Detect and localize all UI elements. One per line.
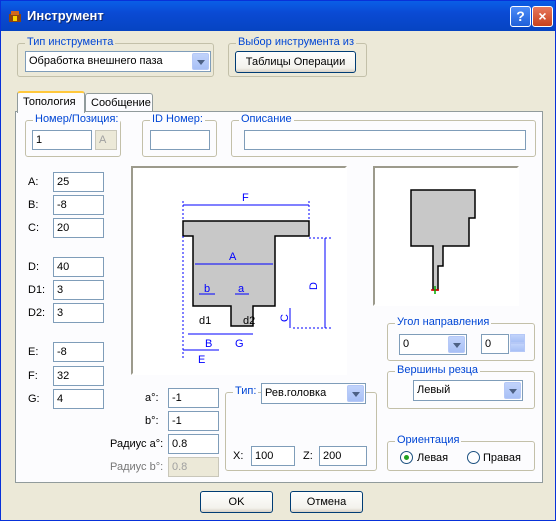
operations-table-button[interactable]: Таблицы Операции	[235, 51, 356, 73]
position-input: A	[95, 130, 117, 150]
ok-button[interactable]: OK	[200, 491, 273, 513]
param-e-input[interactable]: -8	[53, 342, 104, 362]
param-c-label: C:	[28, 222, 39, 234]
param-c-input[interactable]: 20	[53, 218, 104, 238]
param-g-label: G:	[28, 393, 40, 405]
dim-b-label: B	[205, 338, 212, 350]
vertex-select[interactable]: Левый	[413, 380, 523, 401]
angle-b-input[interactable]: -1	[168, 411, 219, 431]
close-button[interactable]: ×	[532, 6, 553, 27]
dim-c-label: C	[279, 314, 291, 322]
angle-a-input[interactable]: -1	[168, 388, 219, 408]
radius-b-label: Радиус b°:	[110, 461, 164, 473]
direction-step-input[interactable]: 0	[481, 334, 509, 354]
type-legend: Тип:	[233, 385, 259, 397]
dim-a-label: A	[229, 251, 237, 263]
tool-preview-drawing	[410, 189, 476, 294]
chevron-down-icon[interactable]	[192, 53, 209, 70]
radius-b-input: 0.8	[168, 457, 219, 477]
id-input[interactable]	[150, 130, 210, 150]
radius-a-label: Радиус a°:	[110, 438, 164, 450]
param-g-input[interactable]: 4	[53, 389, 104, 409]
orientation-right-radio[interactable]	[467, 451, 480, 464]
tool-preview	[373, 166, 519, 306]
orientation-left-radio[interactable]	[400, 451, 413, 464]
select-from-legend: Выбор инструмента из	[236, 36, 356, 48]
type-select[interactable]: Рев.головка	[261, 383, 366, 404]
cancel-button[interactable]: Отмена	[290, 491, 363, 513]
z-input[interactable]: 200	[319, 446, 367, 466]
x-input[interactable]: 100	[251, 446, 295, 466]
param-d2-input[interactable]: 3	[53, 303, 104, 323]
number-input[interactable]: 1	[32, 130, 92, 150]
direction-spinner[interactable]	[510, 334, 525, 353]
chevron-down-icon[interactable]	[504, 382, 521, 399]
type-value: Рев.головка	[265, 387, 327, 399]
param-f-label: F:	[28, 370, 38, 382]
param-d1-input[interactable]: 3	[53, 280, 104, 300]
param-b-label: B:	[28, 199, 39, 211]
id-legend: ID Номер:	[150, 113, 205, 125]
dim-d-label: D	[308, 282, 320, 290]
param-a-label: A:	[28, 176, 39, 188]
x-label: X:	[233, 450, 244, 462]
orientation-legend: Ориентация	[395, 434, 462, 446]
tab-topology[interactable]: Топология	[17, 91, 85, 113]
tool-type-value: Обработка внешнего паза	[29, 55, 163, 67]
angle-b-label: b°:	[145, 415, 159, 427]
dim-b-small-label: b	[204, 283, 210, 295]
tab-message[interactable]: Сообщение	[85, 93, 153, 113]
tool-type-select[interactable]: Обработка внешнего паза	[25, 51, 211, 72]
dim-e-label: E	[198, 354, 205, 366]
help-button[interactable]: ?	[510, 6, 531, 27]
chevron-down-icon[interactable]	[347, 385, 364, 402]
description-legend: Описание	[239, 113, 294, 125]
radius-a-input[interactable]: 0.8	[168, 434, 219, 454]
tool-diagram: F A D C b a d1 d2 B G E	[131, 166, 347, 375]
param-d1-label: D1:	[28, 284, 46, 296]
param-e-label: E:	[28, 346, 39, 358]
tool-type-legend: Тип инструмента	[25, 36, 116, 48]
orientation-right-label[interactable]: Правая	[483, 452, 521, 464]
vertex-legend: Вершины резца	[395, 364, 481, 376]
z-label: Z:	[303, 450, 313, 462]
dim-d1-label: d1	[199, 315, 211, 327]
param-d2-label: D2:	[28, 307, 46, 319]
dialog-window: Инструмент ? × Тип инструмента Обработка…	[0, 0, 556, 521]
app-icon	[9, 11, 21, 22]
direction-value: 0	[403, 338, 410, 350]
param-d-label: D:	[28, 261, 39, 273]
direction-legend: Угол направления	[395, 316, 492, 328]
window-title: Инструмент	[27, 8, 104, 23]
dim-a-small-label: a	[238, 283, 245, 295]
title-bar: Инструмент ? ×	[1, 1, 555, 31]
angle-a-label: a°:	[145, 392, 159, 404]
param-b-input[interactable]: -8	[53, 195, 104, 215]
number-legend: Номер/Позиция:	[33, 113, 121, 125]
chevron-down-icon[interactable]	[448, 336, 465, 353]
vertex-value: Левый	[417, 384, 451, 396]
direction-select[interactable]: 0	[399, 334, 467, 355]
dim-g-label: G	[235, 338, 244, 350]
param-a-input[interactable]: 25	[53, 172, 104, 192]
description-input[interactable]	[244, 130, 526, 150]
orientation-left-label[interactable]: Левая	[417, 452, 448, 464]
groove-tool-drawing: F A D C b a d1 d2 B G E	[182, 192, 331, 366]
param-f-input[interactable]: 32	[53, 366, 104, 386]
dim-f-label: F	[242, 192, 249, 204]
dim-d2-label: d2	[243, 315, 255, 327]
param-d-input[interactable]: 40	[53, 257, 104, 277]
